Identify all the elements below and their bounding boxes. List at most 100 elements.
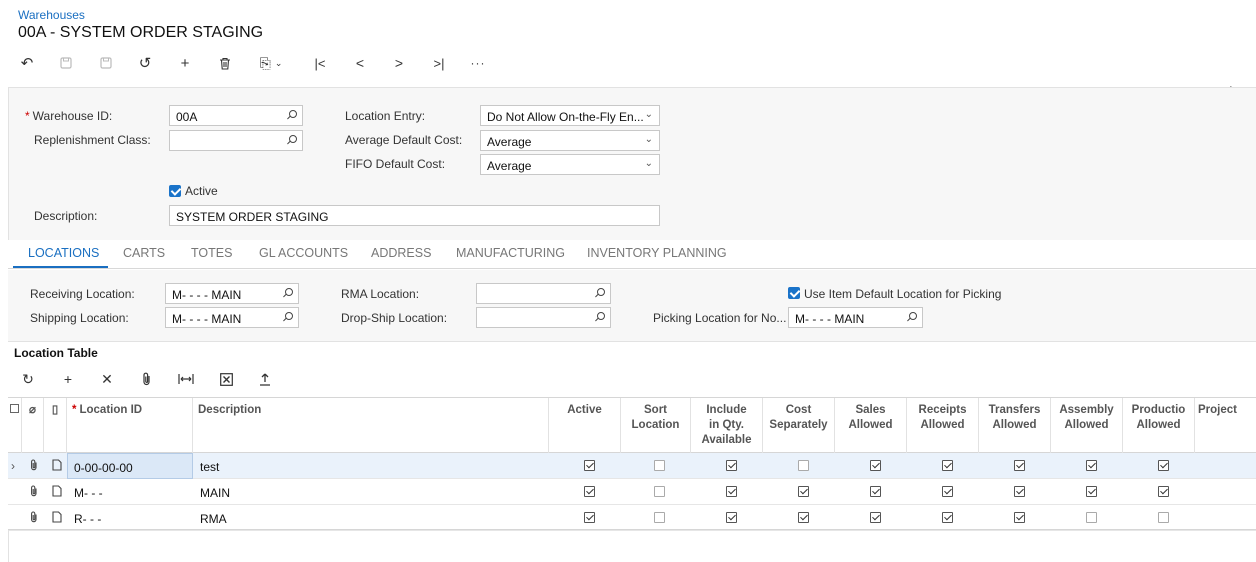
delete-icon[interactable]	[214, 53, 236, 73]
first-icon[interactable]: |<	[309, 53, 331, 73]
row-flag-checkbox[interactable]	[942, 460, 953, 471]
table-row[interactable]: › 0-00-00-00 test	[8, 453, 1256, 479]
table-row[interactable]: R- - - RMA	[8, 505, 1256, 531]
location-id-cell[interactable]: M- - -	[67, 479, 193, 505]
col-production-allowed[interactable]: Productio Allowed	[1123, 398, 1195, 453]
fifo-default-cost-select[interactable]: Average ⌄	[480, 154, 660, 175]
fit-columns-icon[interactable]	[176, 370, 196, 388]
row-flag-checkbox[interactable]	[870, 460, 881, 471]
row-flag-checkbox[interactable]	[654, 460, 665, 471]
table-header: ⌀ ▯ * Location ID Description Active Sort…	[8, 398, 1256, 453]
receiving-location-field[interactable]: M- - - - MAIN	[165, 283, 299, 304]
picking-location-field[interactable]: M- - - - MAIN	[788, 307, 923, 328]
table-row[interactable]: M- - - MAIN	[8, 479, 1256, 505]
row-flag-checkbox[interactable]	[654, 512, 665, 523]
search-icon[interactable]	[287, 135, 297, 145]
col-sort-location[interactable]: Sort Location	[621, 398, 691, 453]
row-flag-checkbox[interactable]	[1014, 460, 1025, 471]
tab-totes[interactable]: TOTES	[191, 246, 232, 260]
row-flag-checkbox[interactable]	[1158, 486, 1169, 497]
shipping-location-field[interactable]: M- - - - MAIN	[165, 307, 299, 328]
add-icon[interactable]: +	[174, 53, 196, 73]
row-flag-checkbox[interactable]	[1086, 460, 1097, 471]
note-icon[interactable]	[52, 459, 62, 474]
refresh-icon[interactable]: ↻	[18, 370, 38, 388]
tab-inventory-planning[interactable]: INVENTORY PLANNING	[587, 246, 727, 260]
row-flag-checkbox[interactable]	[584, 460, 595, 471]
active-checkbox[interactable]	[169, 185, 181, 197]
search-icon[interactable]	[907, 312, 917, 322]
row-flag-checkbox[interactable]	[798, 460, 809, 471]
row-flag-checkbox[interactable]	[1086, 486, 1097, 497]
col-project[interactable]: Project	[1195, 398, 1256, 453]
search-icon[interactable]	[287, 110, 297, 120]
breadcrumb[interactable]: Warehouses	[18, 8, 85, 22]
replenishment-class-field[interactable]	[169, 130, 303, 151]
description-cell[interactable]: RMA	[200, 505, 540, 531]
description-cell[interactable]: MAIN	[200, 479, 540, 505]
col-transfers-allowed[interactable]: Transfers Allowed	[979, 398, 1051, 453]
row-flag-checkbox[interactable]	[584, 486, 595, 497]
row-flag-checkbox[interactable]	[726, 486, 737, 497]
row-flag-checkbox[interactable]	[1158, 512, 1169, 523]
search-icon[interactable]	[595, 288, 605, 298]
col-cost-separately[interactable]: Cost Separately	[763, 398, 835, 453]
col-description[interactable]: Description	[193, 398, 549, 453]
more-icon[interactable]: ···	[467, 53, 489, 73]
export-excel-icon[interactable]	[216, 370, 236, 388]
last-icon[interactable]: >|	[428, 53, 450, 73]
row-flag-checkbox[interactable]	[726, 512, 737, 523]
col-receipts-allowed[interactable]: Receipts Allowed	[907, 398, 979, 453]
next-icon[interactable]: >	[388, 53, 410, 73]
dropship-location-field[interactable]	[476, 307, 611, 328]
search-icon[interactable]	[283, 312, 293, 322]
location-id-cell[interactable]: 0-00-00-00	[67, 453, 193, 479]
note-icon[interactable]	[52, 485, 62, 500]
location-entry-select[interactable]: Do Not Allow On-the-Fly En... ⌄	[480, 105, 660, 126]
row-flag-checkbox[interactable]	[870, 512, 881, 523]
row-flag-checkbox[interactable]	[1086, 512, 1097, 523]
prev-icon[interactable]: <	[349, 53, 371, 73]
tab-address[interactable]: ADDRESS	[371, 246, 431, 260]
tab-carts[interactable]: CARTS	[123, 246, 165, 260]
undo-icon[interactable]: ↺	[134, 53, 156, 73]
search-icon[interactable]	[595, 312, 605, 322]
row-flag-checkbox[interactable]	[1014, 512, 1025, 523]
col-assembly-allowed[interactable]: Assembly Allowed	[1051, 398, 1123, 453]
tab-manufacturing[interactable]: MANUFACTURING	[456, 246, 565, 260]
search-icon[interactable]	[283, 288, 293, 298]
add-row-icon[interactable]: +	[58, 370, 78, 388]
attach-icon[interactable]	[137, 370, 157, 388]
row-flag-checkbox[interactable]	[1014, 486, 1025, 497]
location-id-cell[interactable]: R- - -	[67, 505, 193, 531]
warehouse-id-field[interactable]: 00A	[169, 105, 303, 126]
tab-locations[interactable]: LOCATIONS	[28, 246, 99, 260]
row-flag-checkbox[interactable]	[942, 486, 953, 497]
copy-paste-icon[interactable]: ⎘ ⌄	[254, 53, 288, 73]
col-active[interactable]: Active	[549, 398, 621, 453]
upload-icon[interactable]	[255, 370, 275, 388]
tab-gl-accounts[interactable]: GL ACCOUNTS	[259, 246, 348, 260]
description-cell[interactable]: test	[200, 453, 540, 479]
use-default-location-checkbox[interactable]	[788, 287, 800, 299]
row-flag-checkbox[interactable]	[798, 486, 809, 497]
row-flag-checkbox[interactable]	[654, 486, 665, 497]
back-icon[interactable]: ↶	[16, 53, 38, 73]
avg-default-cost-select[interactable]: Average ⌄	[480, 130, 660, 151]
col-include-qty[interactable]: Include in Qty. Available	[691, 398, 763, 453]
attachment-icon[interactable]	[29, 485, 39, 500]
row-flag-checkbox[interactable]	[798, 512, 809, 523]
col-sales-allowed[interactable]: Sales Allowed	[835, 398, 907, 453]
row-flag-checkbox[interactable]	[726, 460, 737, 471]
rma-location-field[interactable]	[476, 283, 611, 304]
row-flag-checkbox[interactable]	[1158, 460, 1169, 471]
row-flag-checkbox[interactable]	[584, 512, 595, 523]
attachment-icon[interactable]	[29, 511, 39, 526]
col-location-id[interactable]: * Location ID	[67, 398, 193, 453]
note-icon[interactable]	[52, 511, 62, 526]
description-field[interactable]: SYSTEM ORDER STAGING	[169, 205, 660, 226]
attachment-icon[interactable]	[29, 459, 39, 474]
row-flag-checkbox[interactable]	[942, 512, 953, 523]
delete-row-icon[interactable]: ✕	[97, 370, 117, 388]
row-flag-checkbox[interactable]	[870, 486, 881, 497]
